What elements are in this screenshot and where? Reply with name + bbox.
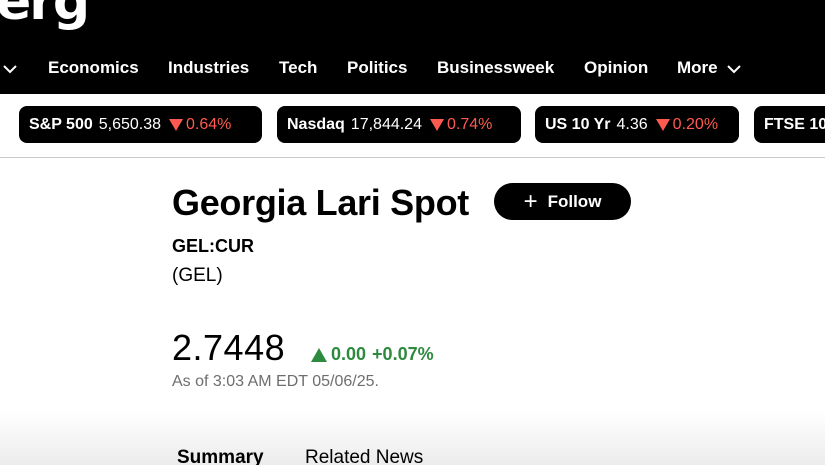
- ticker-change: 0.20%: [655, 115, 719, 134]
- ticker-nasdaq[interactable]: Nasdaq 17,844.24 0.74%: [277, 106, 521, 143]
- ticker-us10yr[interactable]: US 10 Yr 4.36 0.20%: [535, 106, 739, 143]
- follow-button[interactable]: + Follow: [494, 183, 631, 220]
- ticker-change-value: 0.74%: [446, 115, 493, 133]
- nav-item-economics[interactable]: Economics: [48, 58, 139, 78]
- ticker-value: 17,844.24: [350, 115, 422, 133]
- market-ticker-strip: S&P 500 5,650.38 0.64% Nasdaq 17,844.24 …: [0, 94, 825, 158]
- ticker-symbol: GEL:CUR: [172, 236, 254, 256]
- ticker-name: Nasdaq: [287, 115, 345, 133]
- ticker-change: 0.64%: [169, 116, 231, 134]
- change-percent: +0.07%: [372, 344, 434, 364]
- tab-summary[interactable]: Summary: [177, 447, 264, 465]
- top-header: erg: [0, 0, 825, 44]
- up-arrow-icon: [311, 347, 327, 362]
- ticker-change-value: 0.20%: [672, 115, 719, 133]
- down-arrow-icon: [429, 118, 444, 131]
- ticker-ftse[interactable]: FTSE 10: [754, 106, 825, 143]
- ticker-change: 0.74%: [429, 115, 493, 134]
- ticker-name: US 10 Yr: [545, 115, 611, 133]
- nav-item-industries[interactable]: Industries: [168, 58, 249, 78]
- price-change: 0.00 +0.07%: [311, 344, 434, 365]
- nav-item-more[interactable]: More: [677, 58, 718, 78]
- main-nav: Economics Industries Tech Politics Busin…: [0, 44, 825, 94]
- nav-item-businessweek[interactable]: Businessweek: [437, 58, 554, 78]
- nav-item-politics[interactable]: Politics: [347, 58, 407, 78]
- ticker-sp500[interactable]: S&P 500 5,650.38 0.64%: [19, 106, 262, 143]
- currency-code: (GEL): [172, 265, 223, 286]
- nav-item-opinion[interactable]: Opinion: [584, 58, 648, 78]
- ticker-value: 5,650.38: [98, 115, 162, 133]
- site-logo[interactable]: erg: [0, 0, 90, 32]
- ticker-name: FTSE 10: [764, 115, 825, 133]
- nav-item-tech[interactable]: Tech: [279, 58, 317, 78]
- change-absolute: 0.00: [331, 344, 367, 364]
- chevron-down-icon[interactable]: [2, 61, 18, 77]
- follow-label: Follow: [547, 191, 602, 211]
- as-of-timestamp: As of 3:03 AM EDT 05/06/25.: [172, 373, 379, 390]
- ticker-value: 4.36: [616, 115, 648, 133]
- price-value: 2.7448: [172, 327, 286, 368]
- ticker-change-value: 0.64%: [186, 115, 232, 133]
- page-title: Georgia Lari Spot: [172, 182, 469, 223]
- down-arrow-icon: [655, 118, 670, 131]
- tab-related-news[interactable]: Related News: [305, 447, 423, 465]
- plus-icon: +: [523, 187, 538, 215]
- ticker-name: S&P 500: [29, 115, 93, 133]
- down-arrow-icon: [169, 118, 184, 131]
- chevron-down-icon[interactable]: [726, 61, 742, 77]
